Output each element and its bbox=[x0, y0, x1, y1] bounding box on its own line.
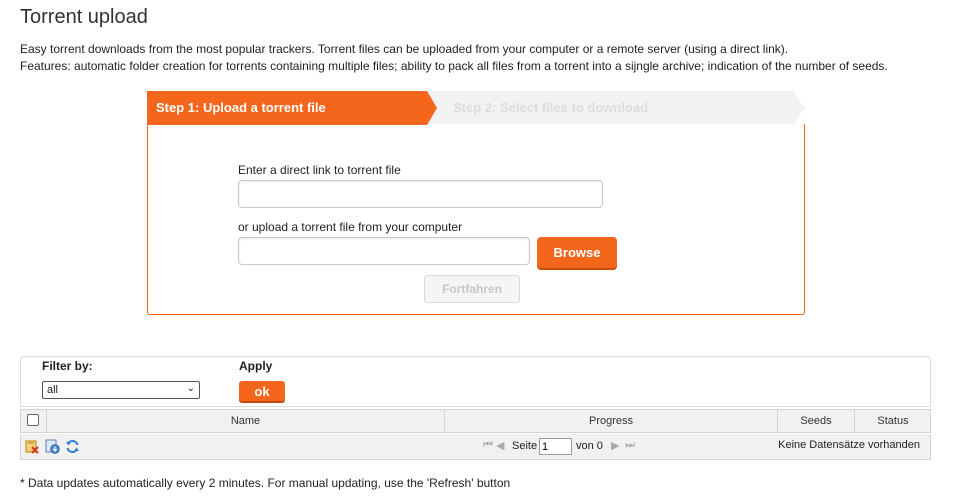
step-2-label: Step 2: Select files to download bbox=[453, 100, 649, 115]
filter-by-label: Filter by: bbox=[42, 359, 93, 373]
apply-ok-button[interactable]: ok bbox=[239, 381, 285, 401]
direct-link-input[interactable] bbox=[238, 180, 603, 208]
no-records-text: Keine Datensätze vorhanden bbox=[778, 439, 920, 451]
wizard-steps-bar: Step 2: Select files to download Step 1:… bbox=[147, 91, 805, 125]
filter-select[interactable]: all ⌄ bbox=[42, 381, 200, 399]
page-description: Easy torrent downloads from the most pop… bbox=[20, 41, 888, 75]
step-1-tab: Step 1: Upload a torrent file bbox=[147, 91, 437, 125]
description-line-1: Easy torrent downloads from the most pop… bbox=[20, 42, 789, 56]
continue-button[interactable]: Fortfahren bbox=[424, 275, 520, 303]
page-count-label: von 0 bbox=[576, 440, 603, 452]
grid-header: Name Progress Seeds Status bbox=[20, 409, 931, 433]
page-number-input[interactable] bbox=[539, 438, 572, 455]
next-page-icon[interactable]: ▶ bbox=[611, 439, 619, 452]
browse-button[interactable]: Browse bbox=[537, 237, 617, 268]
refresh-icon[interactable] bbox=[65, 439, 80, 454]
grid-footer: ⏮ ◀ Seite von 0 ▶ ⏭ Keine Datensätze vor… bbox=[20, 434, 931, 460]
upload-wizard: Step 2: Select files to download Step 1:… bbox=[147, 91, 805, 316]
column-status[interactable]: Status bbox=[855, 410, 931, 432]
description-line-2: Features: automatic folder creation for … bbox=[20, 59, 888, 73]
download-icon[interactable] bbox=[45, 439, 60, 454]
prev-page-icon[interactable]: ◀ bbox=[496, 439, 504, 452]
step-1-label: Step 1: Upload a torrent file bbox=[156, 100, 326, 115]
delete-icon[interactable] bbox=[25, 439, 40, 454]
column-name[interactable]: Name bbox=[47, 410, 445, 432]
wizard-body: Enter a direct link to torrent file or u… bbox=[147, 124, 805, 315]
page-title: Torrent upload bbox=[20, 6, 148, 28]
direct-link-label: Enter a direct link to torrent file bbox=[238, 163, 401, 177]
column-progress[interactable]: Progress bbox=[445, 410, 778, 432]
step-2-tab: Step 2: Select files to download bbox=[427, 91, 805, 125]
chevron-down-icon: ⌄ bbox=[186, 383, 195, 394]
torrent-grid: Name Progress Seeds Status ⏮ ◀ Seite von… bbox=[20, 409, 931, 461]
filter-selected-value: all bbox=[47, 384, 59, 396]
file-upload-label: or upload a torrent file from your compu… bbox=[238, 220, 463, 234]
filter-panel: Filter by: Apply all ⌄ ok bbox=[20, 356, 931, 407]
select-all-cell bbox=[21, 410, 47, 432]
page-label: Seite bbox=[512, 440, 538, 452]
apply-label: Apply bbox=[239, 359, 273, 373]
select-all-checkbox[interactable] bbox=[27, 414, 39, 426]
first-page-icon[interactable]: ⏮ bbox=[483, 439, 493, 452]
update-footnote: * Data updates automatically every 2 min… bbox=[20, 476, 511, 490]
column-seeds[interactable]: Seeds bbox=[778, 410, 855, 432]
last-page-icon[interactable]: ⏭ bbox=[625, 439, 635, 452]
file-path-input[interactable] bbox=[238, 237, 530, 265]
